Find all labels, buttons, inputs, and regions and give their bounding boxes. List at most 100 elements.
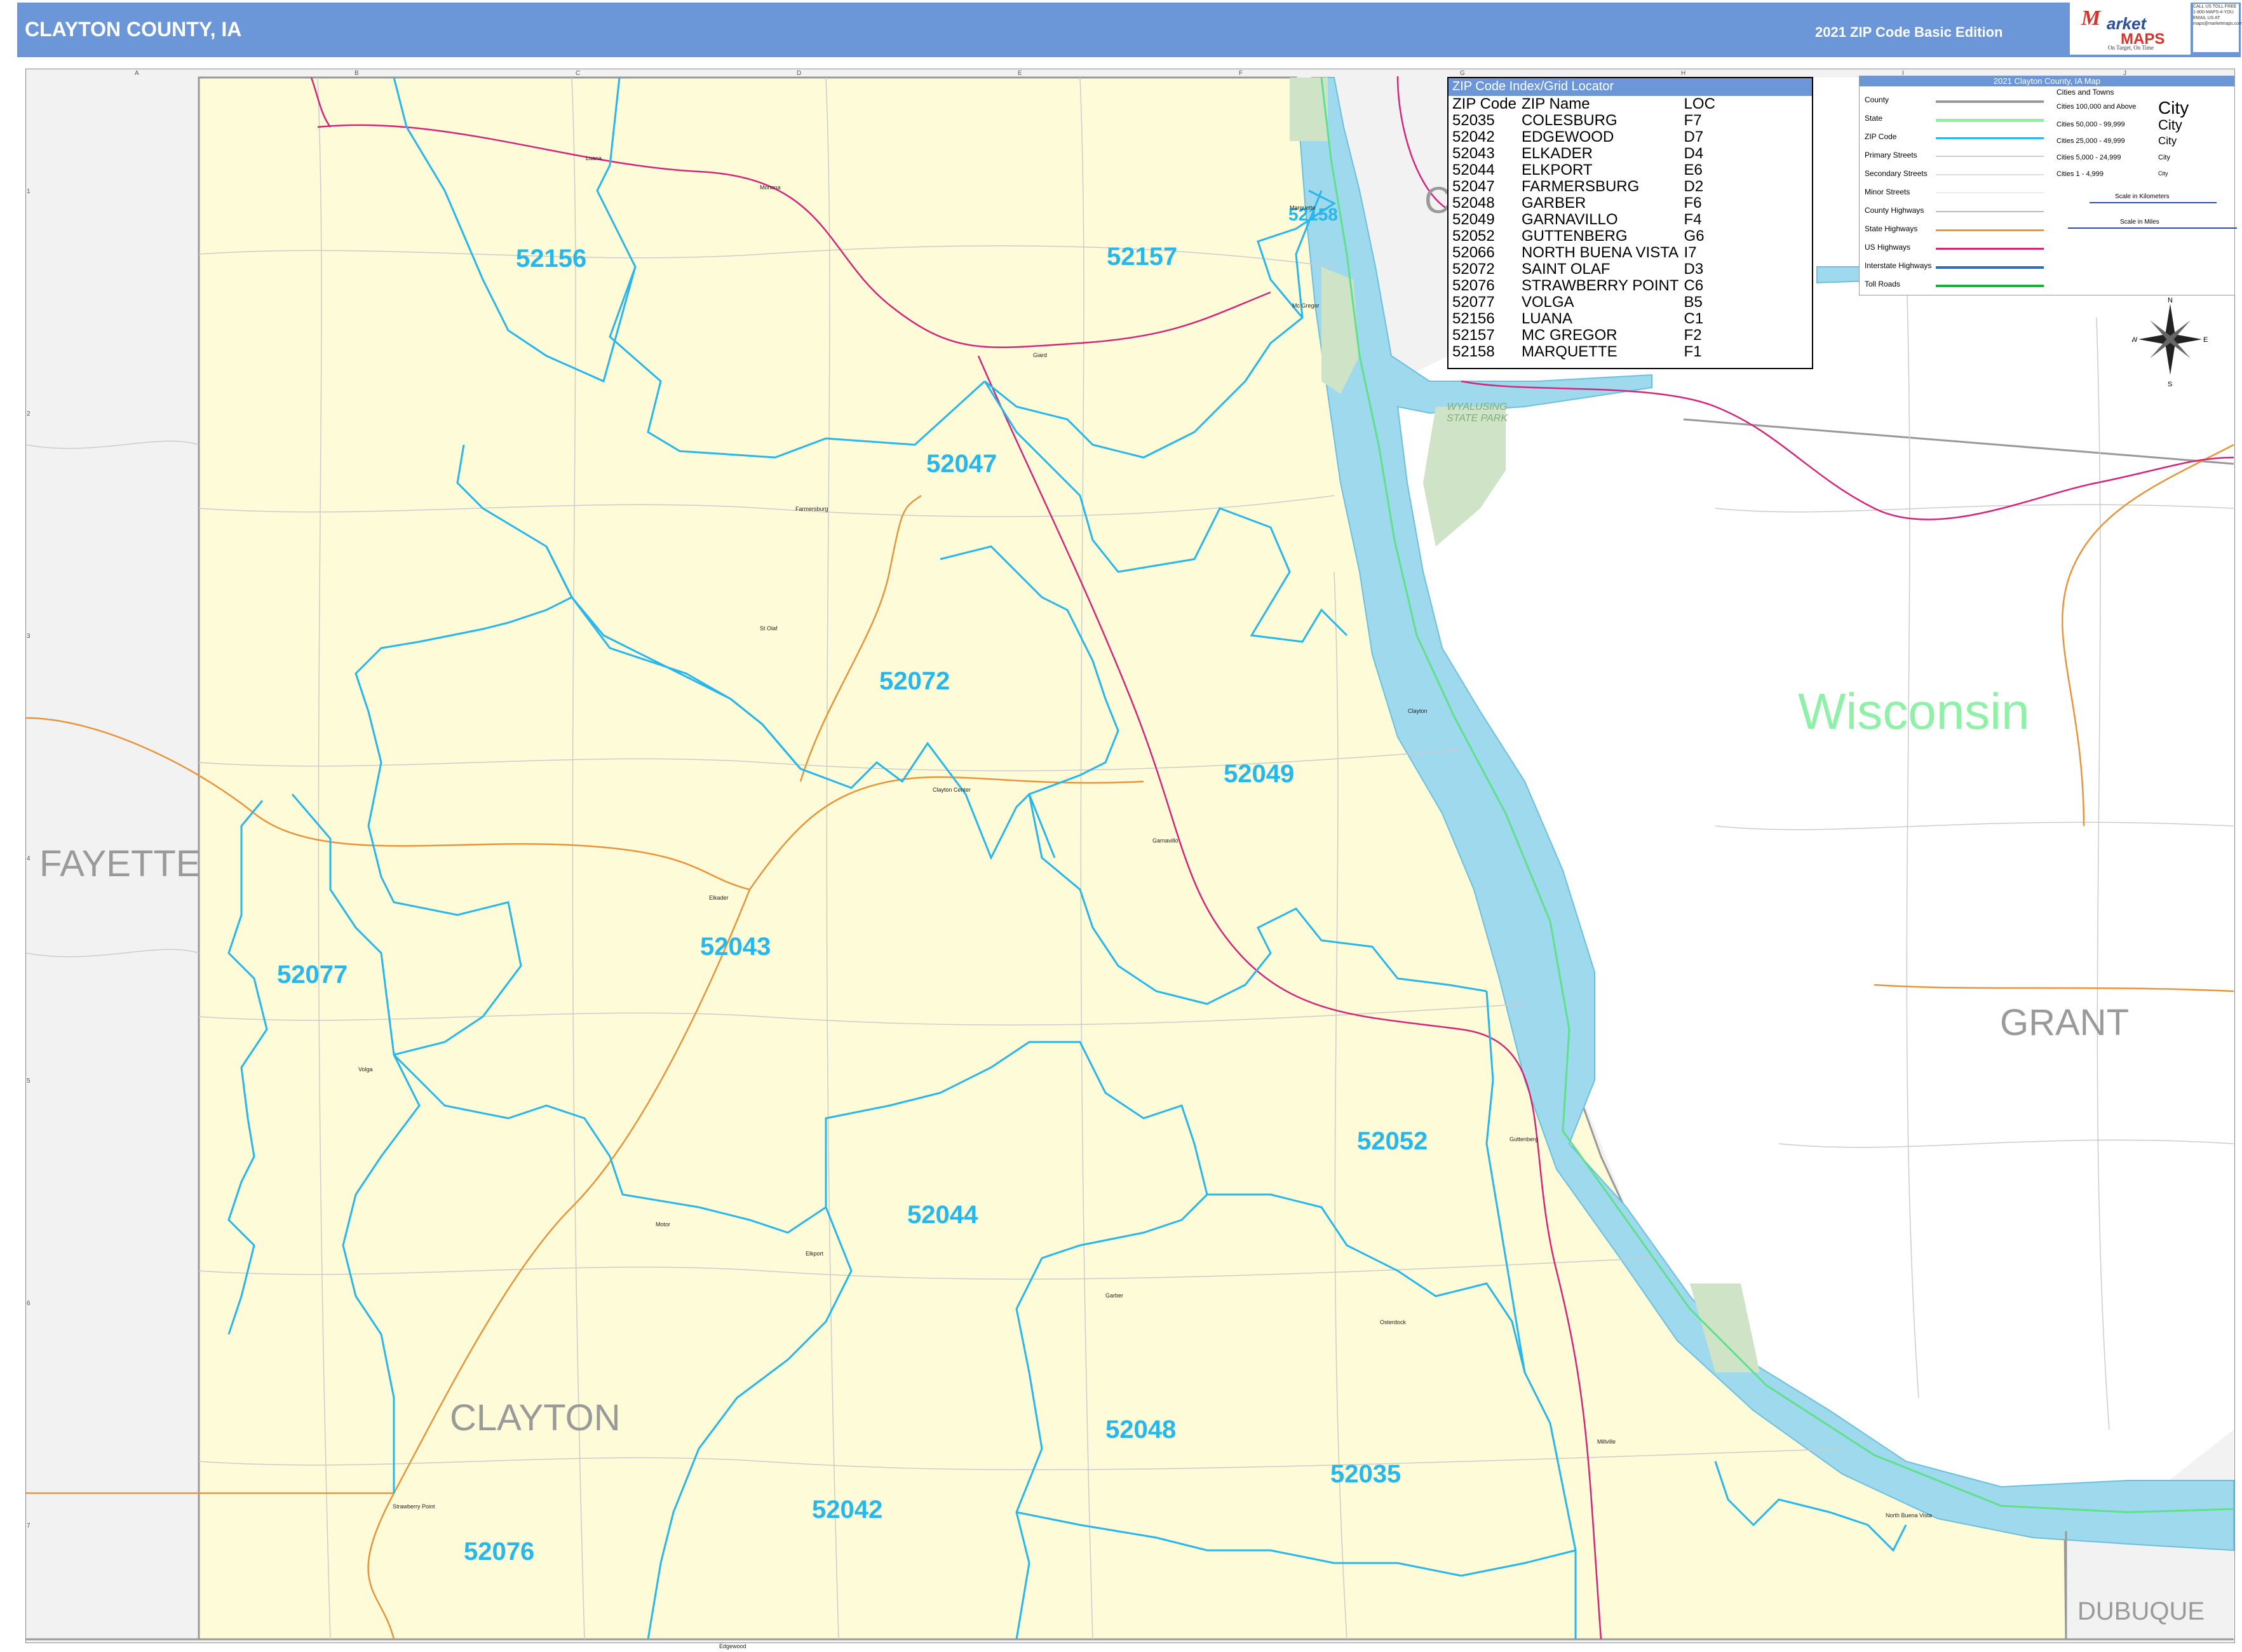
zip-cell: 52052 [1452,227,1495,245]
grid-col-label: G [1460,70,1465,77]
table-row: 52052 GUTTENBERG G6 [1450,228,1718,245]
legend-city-sample: City [2158,154,2170,161]
city-label: Millville [1597,1439,1616,1445]
city-label: Giard [1033,352,1048,358]
loc-cell: C6 [1684,277,1704,294]
legend-label: State [1865,114,1883,123]
zip-label: 52035 [1330,1460,1401,1488]
zip-cell: 52072 [1452,261,1495,278]
legend-swatch-state [1936,119,2044,122]
zip-cell: 52044 [1452,161,1495,179]
legend-label: State Highways [1865,224,1918,233]
legend-swatch-county [1936,100,2044,103]
city-label: Farmersburg [795,506,828,512]
legend-scale-mi: Scale in Miles [2120,219,2159,226]
compass-w: W [2132,336,2138,344]
name-cell: VOLGA [1521,294,1574,311]
legend-swatch-zip [1936,137,2044,139]
map-legend: 2021 Clayton County, IA Map County State… [1859,76,2237,295]
name-cell: STRAWBERRY POINT [1521,277,1679,294]
zip-label: 52072 [879,667,950,695]
legend-label: County [1865,95,1889,104]
city-label: Mc Gregor [1292,302,1320,309]
legend-swatch-secondary [1936,174,2044,175]
loc-cell: F1 [1684,343,1702,360]
legend-scale-km: Scale in Kilometers [2115,193,2170,200]
city-label: Garnavillo [1152,837,1178,844]
name-cell: EDGEWOOD [1521,128,1614,146]
legend-label: Primary Streets [1865,151,1917,159]
legend-city-sample: City [2158,170,2168,177]
table-row: 52158 MARQUETTE F1 [1450,344,1718,360]
zip-cell: 52049 [1452,211,1495,228]
loc-cell: D7 [1684,128,1704,146]
name-cell: FARMERSBURG [1521,178,1640,195]
city-label: Edgewood [719,1643,746,1649]
legend-label: Minor Streets [1865,187,1910,196]
city-label: North Buena Vista [1886,1512,1932,1519]
grid-col-label: D [797,70,802,77]
zip-index-title: ZIP Code Index/Grid Locator [1449,78,1812,96]
county-label-grant: GRANT [2000,1002,2129,1043]
compass-rose-icon: N S W E [2132,297,2208,388]
legend-scale-mi-bar [2068,227,2237,229]
city-label: Strawberry Point [393,1503,435,1510]
legend-city-sample: City [2158,135,2177,147]
col-header: ZIP Code [1452,95,1516,112]
grid-row-label: 1 [27,188,30,195]
county-label-dubuque: DUBUQUE [2077,1597,2205,1625]
city-label: Motor [656,1221,671,1228]
legend-swatch-toll [1936,285,2044,287]
legend-cities-title: Cities and Towns [2056,88,2114,97]
table-row: 52035 COLESBURG F7 [1450,112,1718,129]
city-label: Elkader [709,895,729,901]
legend-label: US Highways [1865,243,1911,252]
legend-swatch-us-hwy [1936,248,2044,250]
grid-row-label: 3 [27,633,30,640]
table-row: 52157 MC GREGOR F2 [1450,327,1718,344]
grid-col-label: H [1681,70,1686,77]
name-cell: LUANA [1521,310,1572,327]
city-label: Clayton Center [933,787,971,793]
name-cell: MC GREGOR [1521,327,1617,344]
compass-n: N [2168,297,2173,304]
name-cell: ELKADER [1521,145,1593,162]
zip-cell: 52035 [1452,112,1495,129]
name-cell: GARBER [1521,194,1586,212]
loc-cell: E6 [1684,161,1703,179]
name-cell: NORTH BUENA VISTA [1521,244,1679,261]
zip-index-header-row: ZIP Code ZIP Name LOC [1450,96,1718,112]
grid-col-label: C [576,70,581,77]
zip-cell: 52076 [1452,277,1495,294]
grid-col-label: E [1018,70,1022,77]
legend-city-label: Cities 1 - 4,999 [2056,170,2104,178]
zip-code-index: ZIP Code Index/Grid Locator ZIP Code ZIP… [1447,77,1813,369]
loc-cell: D2 [1684,178,1704,195]
city-label: Garber [1105,1292,1124,1299]
compass-e: E [2203,336,2208,344]
legend-swatch-interstate [1936,266,2044,269]
name-cell: GARNAVILLO [1521,211,1618,228]
name-cell: SAINT OLAF [1521,261,1611,278]
legend-city-label: Cities 5,000 - 24,999 [2056,154,2121,161]
zip-label: 52043 [700,933,771,961]
legend-city-label: Cities 25,000 - 49,999 [2056,137,2125,145]
loc-cell: I7 [1684,244,1697,261]
legend-label: Interstate Highways [1865,261,1932,270]
city-label: Luana [586,155,602,161]
zip-cell: 52043 [1452,145,1495,162]
table-row: 52043 ELKADER D4 [1450,146,1718,162]
zip-label: 52044 [907,1201,978,1229]
table-row: 52156 LUANA C1 [1450,311,1718,327]
grid-row-label: 4 [27,855,30,862]
name-cell: MARQUETTE [1521,343,1617,360]
loc-cell: F4 [1684,211,1702,228]
city-label: Volga [358,1066,373,1073]
table-row: 52047 FARMERSBURG D2 [1450,179,1718,195]
name-cell: COLESBURG [1521,112,1617,129]
grid-col-label: F [1239,70,1243,77]
legend-label: Toll Roads [1865,280,1901,288]
grid-row-label: 2 [27,410,30,417]
table-row: 52066 NORTH BUENA VISTA I7 [1450,245,1718,261]
zip-cell: 52066 [1452,244,1495,261]
